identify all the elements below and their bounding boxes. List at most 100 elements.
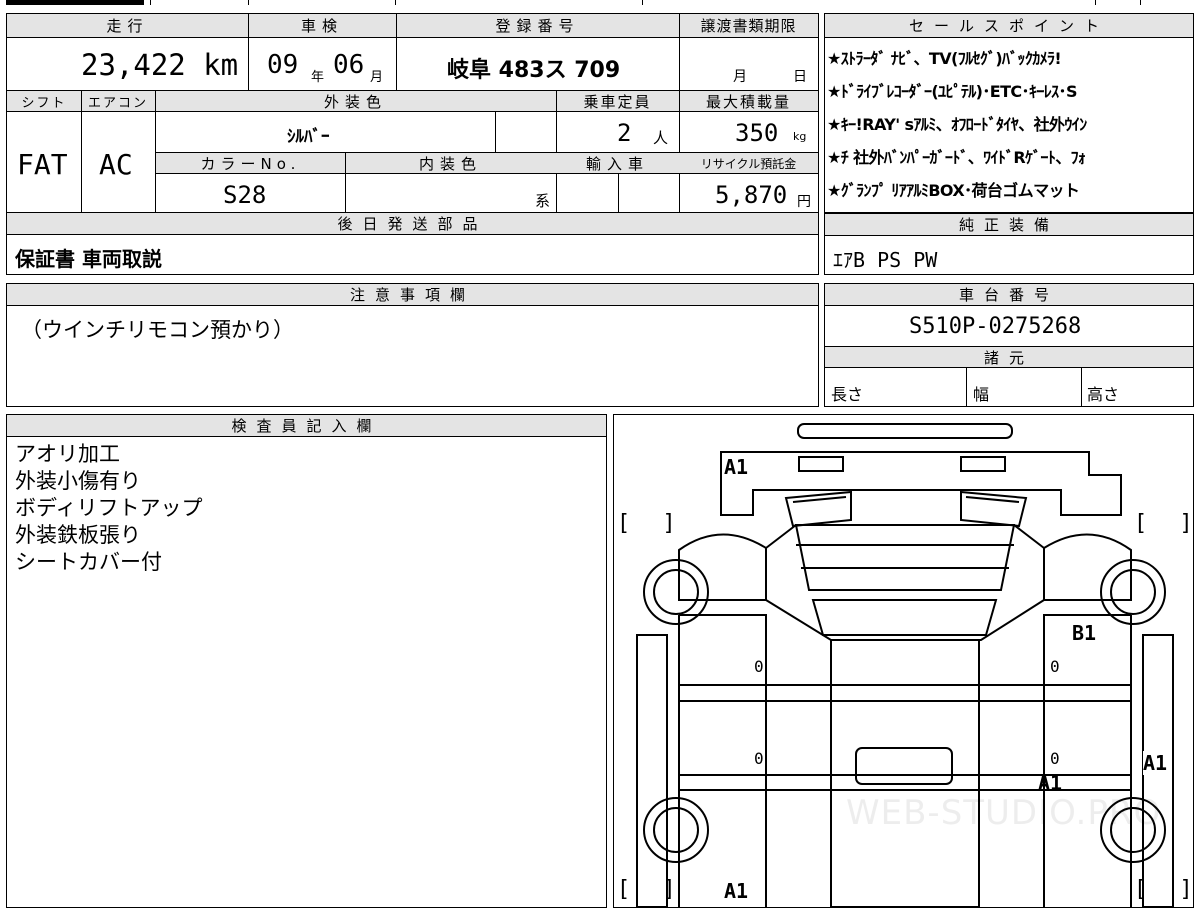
bracket-open: [ <box>620 877 629 902</box>
grid-line <box>1081 368 1082 406</box>
mileage-value: 23,422 km <box>81 48 239 82</box>
genuine-equipment-header: 純正装備 <box>825 214 1193 236</box>
diagram-shape <box>797 423 1013 439</box>
diagram-shape <box>798 456 844 472</box>
inspection-year-unit: 年 <box>311 70 325 85</box>
recycle-header: リサイクル預託金 <box>679 153 818 174</box>
capacity-value: 2 <box>617 119 632 147</box>
sales-point-item: ★ｷｰ!RAY' sｱﾙﾐ、ｵﾌﾛｰﾄﾞﾀｲﾔ、社外ｳｲﾝ <box>827 115 1087 134</box>
deadline-month: 月 <box>733 69 747 85</box>
sales-points-box: セールスポイント ★ｽﾄﾗｰﾀﾞ ﾅﾋﾞ、TV(ﾌﾙｾｸﾞ)ﾊﾞｯｸｶﾒﾗ! ★… <box>824 13 1194 213</box>
diagram-shape <box>811 599 998 636</box>
damage-mark: A1 <box>1143 751 1168 775</box>
bracket-close: ] <box>1181 511 1190 536</box>
diagram-shape <box>678 614 767 907</box>
top-black-block <box>6 0 144 5</box>
capacity-unit: 人 <box>653 129 669 147</box>
sales-points-list: ★ｽﾄﾗｰﾀﾞ ﾅﾋﾞ、TV(ﾌﾙｾｸﾞ)ﾊﾞｯｸｶﾒﾗ! ★ﾄﾞﾗｲﾌﾞﾚｺｰ… <box>827 42 1193 207</box>
color-no-header: カラーNo. <box>156 153 345 174</box>
damage-mark: 0 <box>754 657 764 676</box>
inspector-notes-list: アオリ加工 外装小傷有り ボディリフトアップ 外装鉄板張り シートカバー付 <box>15 441 203 576</box>
recycle-value: 5,870 <box>715 181 788 209</box>
genuine-equipment-box: 純正装備 ｴｱB PS PW <box>824 213 1194 275</box>
diagram-shape <box>653 569 699 615</box>
aircon-header: エアコン <box>81 91 155 112</box>
bracket-open: [ <box>1137 511 1146 536</box>
genuine-equipment-value: ｴｱB PS PW <box>833 248 938 272</box>
notes-value: （ウインチリモコン預かり） <box>21 318 294 342</box>
inspection-month: 06 <box>333 50 365 80</box>
notes-box: 注意事項欄 （ウインチリモコン預かり） <box>6 283 819 407</box>
interior-color-suffix: 系 <box>535 192 551 210</box>
inspector-note: 外装鉄板張り <box>15 523 141 547</box>
grid-line <box>155 90 156 212</box>
chassis-no-value: S510P-0275268 <box>909 314 1082 339</box>
chassis-specs-box: 車台番号 S510P-0275268 諸元 長さ 幅 高さ <box>824 283 1194 407</box>
grid-line <box>966 368 967 406</box>
shift-header: シフト <box>7 91 81 112</box>
recycle-unit: 円 <box>797 194 811 210</box>
inspection-month-unit: 月 <box>370 70 384 85</box>
spec-length-label: 長さ <box>831 385 864 404</box>
inspection-header: 車検 <box>248 14 396 38</box>
grid-line <box>81 90 82 212</box>
inspector-note: ボディリフトアップ <box>15 496 203 520</box>
inspector-header: 検査員記入欄 <box>7 415 606 437</box>
inspection-year: 09 <box>267 50 299 80</box>
inspector-box: 検査員記入欄 アオリ加工 外装小傷有り ボディリフトアップ 外装鉄板張り シート… <box>6 414 607 908</box>
aircon-value: AC <box>99 148 133 181</box>
diagram-shape <box>855 747 953 785</box>
bracket-close: ] <box>664 511 673 536</box>
sales-point-item: ★ｸﾞﾗﾝﾌﾟ ﾘｱｱﾙﾐBOX･荷台ゴムマット <box>827 181 1080 200</box>
capacity-header: 乗車定員 <box>556 91 679 112</box>
top-divider <box>395 0 396 5</box>
grid-line <box>618 174 619 212</box>
shift-value: FAT <box>17 148 68 181</box>
inspector-note: シートカバー付 <box>15 550 162 574</box>
grid-line <box>495 112 496 152</box>
transfer-deadline-header: 譲渡書類期限 <box>679 14 818 38</box>
exterior-color-header: 外装色 <box>155 91 556 112</box>
interior-color-header: 内装色 <box>345 153 556 174</box>
grid-line <box>679 14 680 90</box>
deadline-day: 日 <box>793 69 807 85</box>
diagram-shape <box>965 496 1020 503</box>
grid-line <box>679 90 680 212</box>
notes-header: 注意事項欄 <box>7 284 818 306</box>
damage-mark: 0 <box>1050 657 1060 676</box>
vehicle-info-table: 走行 車検 登録番号 譲渡書類期限 23,422 km 09 年 06 月 岐阜… <box>6 13 819 275</box>
grid-line <box>556 90 557 212</box>
diagram-shape <box>678 533 767 601</box>
top-divider <box>1095 0 1096 5</box>
damage-diagram-box: [ ] [ ] [ ] [ ] A1 B1 0 0 0 0 A1 A1 A1 W… <box>613 414 1194 908</box>
chassis-no-header: 車台番号 <box>825 284 1193 306</box>
max-load-header: 最大積載量 <box>679 91 818 112</box>
max-load-value: 350 <box>735 119 779 147</box>
diagram-shape <box>794 524 1016 591</box>
damage-mark: A1 <box>1038 771 1063 795</box>
registration-header: 登録番号 <box>396 14 679 38</box>
bracket-close: ] <box>1181 877 1190 902</box>
spec-width-label: 幅 <box>973 385 990 404</box>
later-parts-header: 後日発送部品 <box>7 213 818 235</box>
sales-point-item: ★ｽﾄﾗｰﾀﾞ ﾅﾋﾞ、TV(ﾌﾙｾｸﾞ)ﾊﾞｯｸｶﾒﾗ! <box>827 49 1062 68</box>
diagram-shape <box>720 451 1122 516</box>
diagram-shape <box>792 496 847 503</box>
inspector-note: アオリ加工 <box>15 442 120 466</box>
damage-mark: A1 <box>724 879 749 903</box>
damage-mark: B1 <box>1072 621 1097 645</box>
later-parts-value: 保証書 車両取説 <box>15 247 162 271</box>
diagram-shape <box>653 807 699 853</box>
damage-mark: 0 <box>754 749 764 768</box>
bracket-open: [ <box>1137 877 1146 902</box>
sales-point-item: ★ﾄﾞﾗｲﾌﾞﾚｺｰﾀﾞｰ(ﾕﾋﾟﾃﾙ)･ETC･ｷｰﾚｽ･S <box>827 82 1077 101</box>
vehicle-outline-diagram <box>636 423 1174 907</box>
sales-points-header: セールスポイント <box>825 14 1193 38</box>
diagram-shape <box>1043 533 1132 601</box>
inspector-note: 外装小傷有り <box>15 469 141 493</box>
top-divider <box>150 0 151 5</box>
diagram-shape <box>1110 569 1156 615</box>
grid-line <box>396 14 397 90</box>
spec-height-label: 高さ <box>1087 385 1120 404</box>
grid-line <box>345 152 346 212</box>
